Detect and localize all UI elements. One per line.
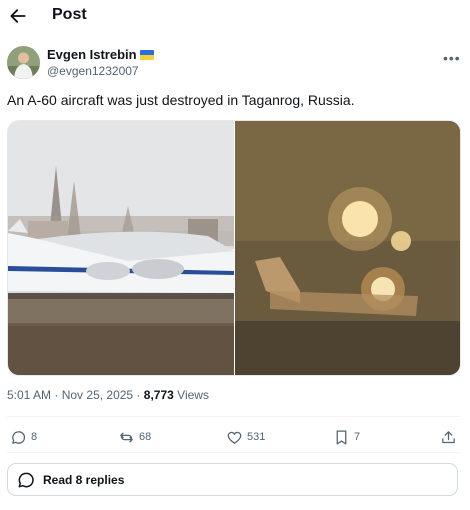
like-icon (227, 431, 242, 444)
author-name[interactable]: Evgen Istrebin (47, 47, 154, 62)
views-label: Views (177, 388, 209, 402)
read-replies-label: Read 8 replies (43, 472, 125, 487)
divider (7, 416, 460, 417)
bookmark-count: 7 (354, 431, 361, 443)
bookmark-icon (336, 429, 347, 445)
read-replies-button[interactable]: Read 8 replies (7, 463, 458, 496)
tweet-time[interactable]: 5:01 AM (7, 388, 51, 402)
meta-separator: · (54, 388, 59, 402)
top-bar: Post (0, 0, 470, 34)
tweet-meta: 5:01 AM · Nov 25, 2025 · 8,773 Views (7, 388, 209, 402)
author-handle[interactable]: @evgen1232007 (47, 64, 139, 78)
repost-icon (120, 432, 133, 442)
aircraft-photo[interactable] (8, 121, 234, 375)
repost-count: 68 (139, 431, 152, 443)
reply-count: 8 (31, 431, 38, 443)
share-button[interactable] (440, 428, 457, 446)
bookmark-button[interactable]: 7 (333, 428, 360, 446)
tweet-date[interactable]: Nov 25, 2025 (62, 388, 133, 402)
explosion-photo[interactable] (235, 121, 460, 375)
author-name-text: Evgen Istrebin (47, 47, 137, 62)
repost-button[interactable]: 68 (118, 428, 151, 446)
avatar[interactable] (7, 46, 40, 79)
back-arrow-icon[interactable] (8, 6, 28, 26)
ukraine-flag-icon (139, 50, 154, 60)
like-count: 531 (247, 431, 266, 443)
views-count: 8,773 (143, 388, 174, 402)
chat-bubble-icon (18, 472, 34, 487)
like-button[interactable]: 531 (226, 428, 265, 446)
reply-icon (12, 430, 26, 444)
reply-button[interactable]: 8 (10, 428, 37, 446)
meta-separator: · (136, 388, 141, 402)
more-icon[interactable]: ••• (443, 50, 461, 66)
share-icon (442, 430, 455, 443)
tweet-media[interactable] (7, 120, 461, 376)
tweet-text: An A-60 aircraft was just destroyed in T… (7, 92, 355, 108)
divider (7, 452, 460, 453)
page-title: Post (52, 6, 87, 23)
